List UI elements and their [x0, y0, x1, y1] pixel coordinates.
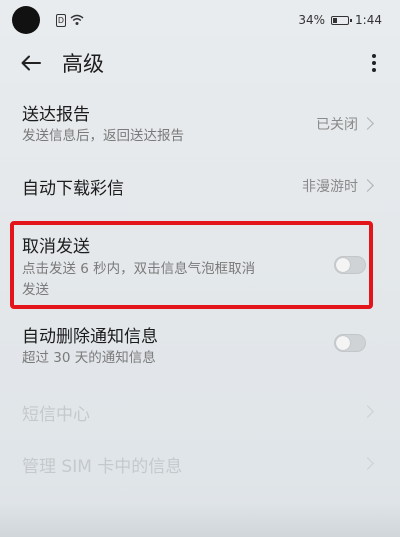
battery-fill	[333, 17, 338, 23]
highlight-box	[10, 221, 373, 309]
chevron-right-icon	[361, 405, 374, 418]
back-arrow-icon	[21, 55, 41, 71]
setting-title: 短信中心	[22, 405, 90, 425]
setting-delivery-report[interactable]: 送达报告 发送信息后，返回送达报告 已关闭	[0, 96, 400, 156]
setting-title: 自动删除通知信息	[22, 327, 158, 347]
setting-value: 非漫游时	[302, 179, 358, 195]
chevron-right-icon	[361, 179, 374, 192]
wifi-icon	[70, 14, 84, 25]
setting-title: 自动下载彩信	[22, 179, 124, 199]
setting-sms-center[interactable]: 短信中心	[0, 396, 400, 432]
more-dot-icon	[372, 68, 376, 72]
setting-auto-download-mms[interactable]: 自动下载彩信 非漫游时	[0, 168, 400, 208]
setting-subtitle: 超过 30 天的通知信息	[22, 350, 156, 366]
clock: 1:44	[355, 13, 382, 27]
app-bar: 高级	[0, 40, 400, 86]
status-left-icons: D	[56, 12, 84, 28]
front-camera	[12, 6, 40, 34]
toggle-knob	[336, 336, 350, 350]
setting-title: 送达报告	[22, 105, 90, 125]
status-bar: D 34% 1:44	[0, 0, 400, 40]
setting-auto-delete-notifications[interactable]: 自动删除通知信息 超过 30 天的通知信息	[0, 318, 400, 374]
chevron-right-icon	[361, 457, 374, 470]
more-dot-icon	[372, 61, 376, 65]
sim-icon: D	[56, 13, 66, 27]
more-options-button[interactable]	[364, 48, 384, 78]
bottom-shade	[0, 500, 400, 537]
battery-icon	[331, 15, 353, 25]
chevron-right-icon	[361, 117, 374, 130]
back-button[interactable]	[14, 46, 48, 80]
setting-manage-sim-messages[interactable]: 管理 SIM 卡中的信息	[0, 448, 400, 484]
status-right: 34% 1:44	[298, 11, 382, 29]
screen: D 34% 1:44 高级 送达报告 发送信息后，返回送达报告 已关闭 自动下载…	[0, 0, 400, 537]
setting-title: 管理 SIM 卡中的信息	[22, 457, 183, 477]
setting-value: 已关闭	[316, 117, 358, 133]
page-title: 高级	[62, 52, 104, 76]
setting-subtitle: 发送信息后，返回送达报告	[22, 128, 184, 144]
more-dot-icon	[372, 54, 376, 58]
battery-percent: 34%	[298, 13, 326, 27]
auto-delete-toggle[interactable]	[334, 334, 366, 352]
